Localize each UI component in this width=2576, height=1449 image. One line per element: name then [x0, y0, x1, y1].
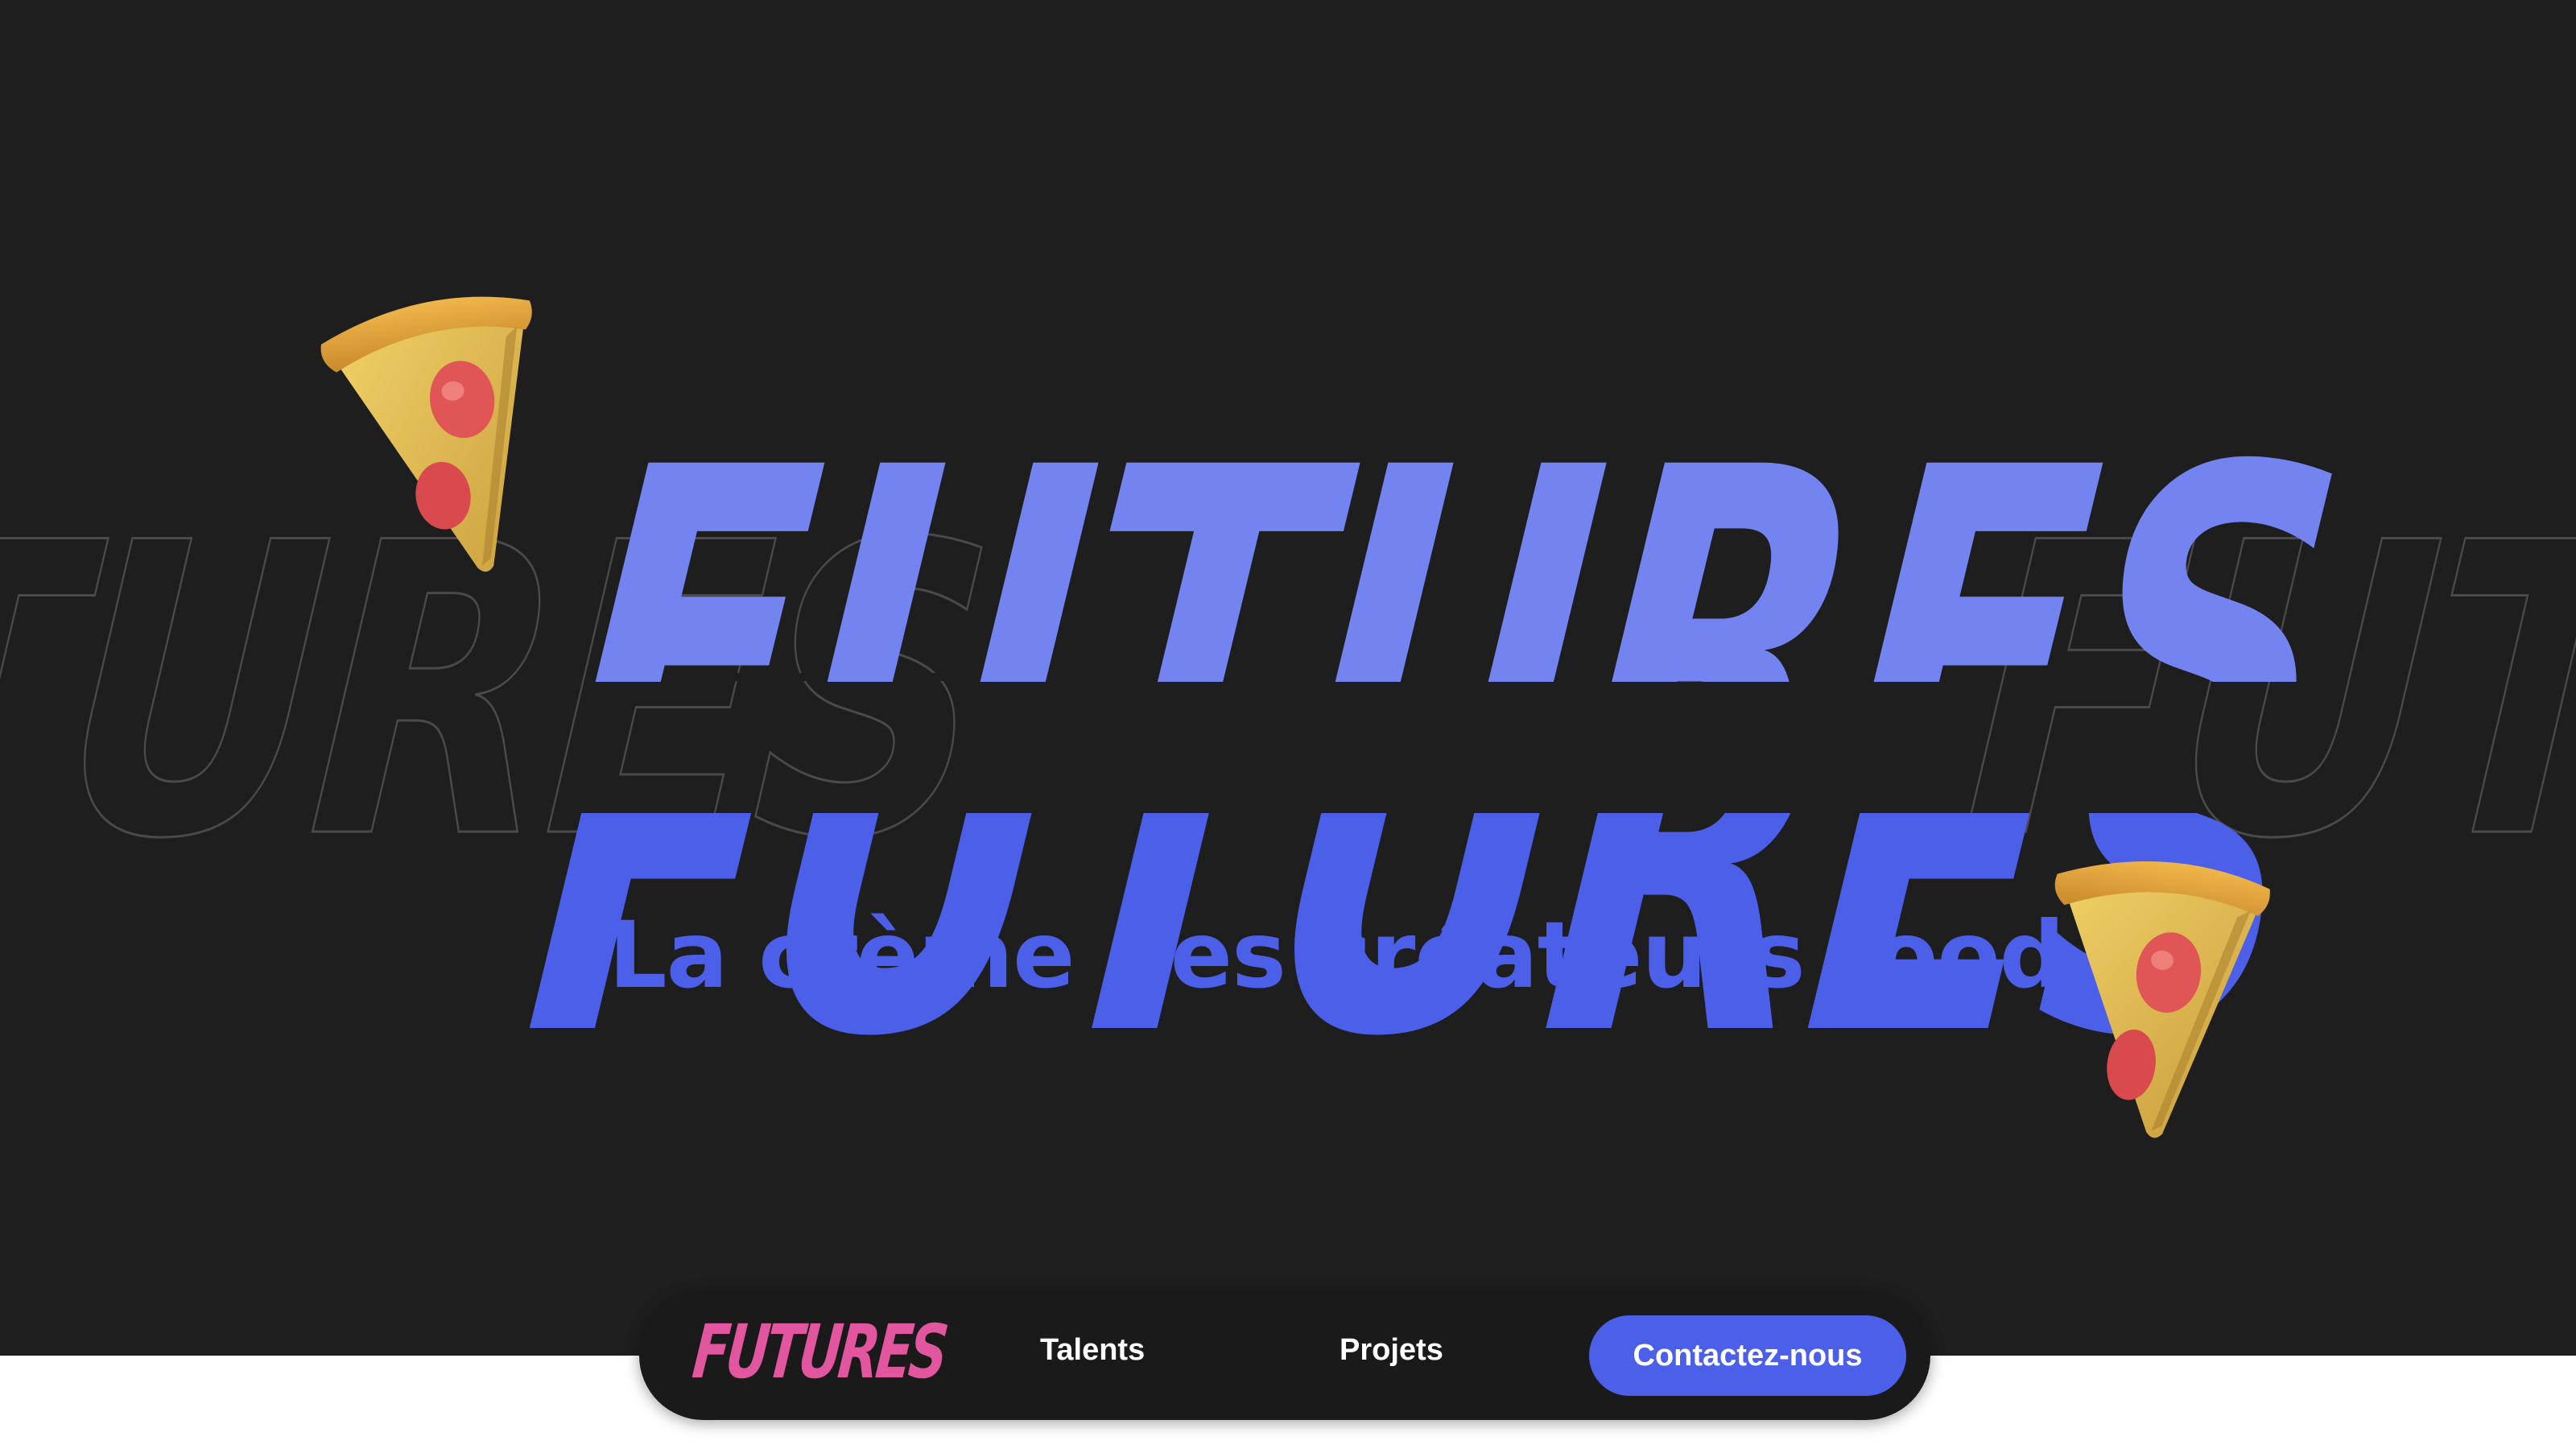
nav-link-talents[interactable]: Talents: [1040, 1335, 1145, 1365]
nav-link-projets[interactable]: Projets: [1340, 1335, 1443, 1365]
hero-section: FUTURES FUTURES FUTURES FUTURES La crème…: [0, 0, 2576, 1356]
hero-tagline: La crème des créateurs food: [609, 902, 2065, 1009]
futures-logo[interactable]: FUTURES: [689, 1309, 949, 1395]
pizza-slice-icon: [2008, 826, 2290, 1162]
contact-button[interactable]: Contactez-nous: [1589, 1315, 1906, 1396]
bottom-navigation-bar: FUTURES Talents Projets Contactez-nous: [639, 1291, 1930, 1420]
pizza-slice-icon: [302, 266, 584, 603]
